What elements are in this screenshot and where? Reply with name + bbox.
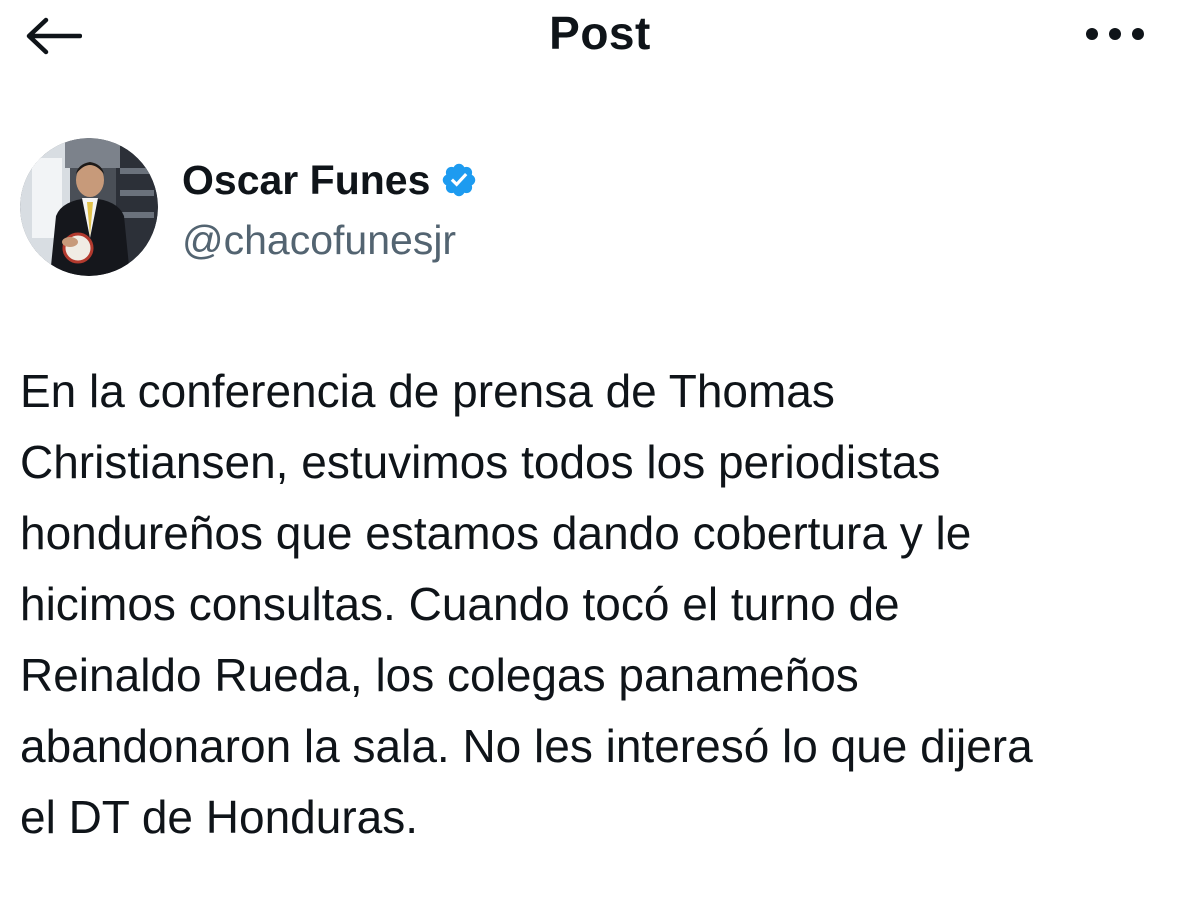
author-handle[interactable]: @chacofunesjr [182,216,456,264]
verified-badge-icon [443,163,476,197]
avatar-photo [20,138,158,276]
author-name-row[interactable]: Oscar Funes [182,156,478,204]
more-horizontal-icon [1086,28,1144,40]
post-author: Oscar Funes @chacofunesjr [20,138,1180,278]
more-options-button[interactable] [1080,14,1150,54]
page-title: Post [549,7,651,59]
avatar[interactable] [20,138,158,276]
author-display-name: Oscar Funes [182,157,431,203]
top-bar: Post [0,0,1200,80]
post-body-text: En la conferencia de prensa de Thomas Ch… [20,365,1033,843]
